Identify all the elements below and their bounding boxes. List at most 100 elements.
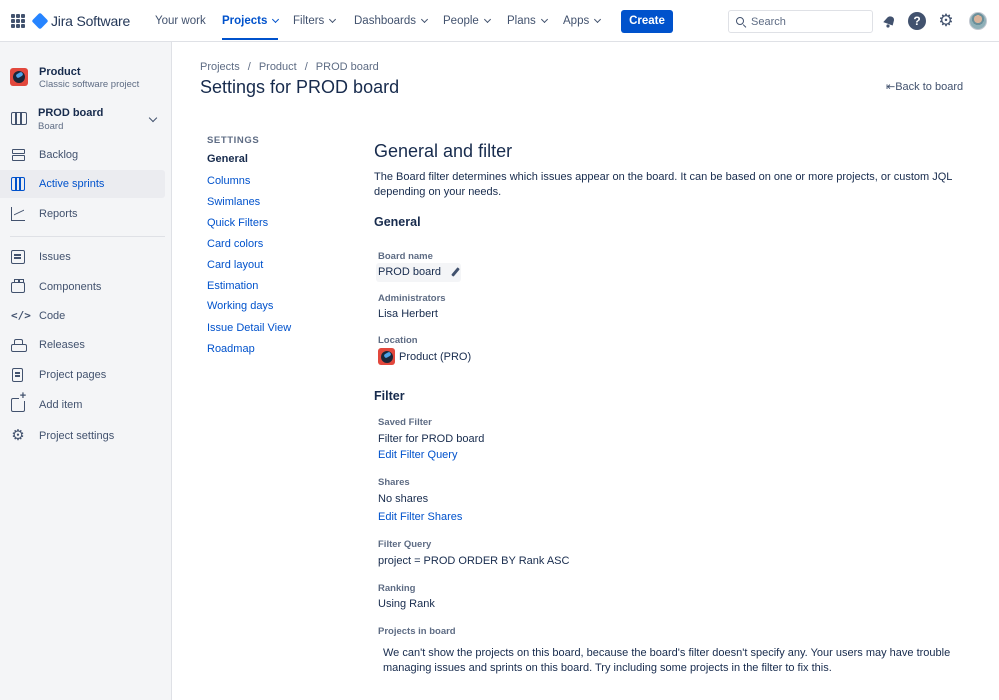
issues-icon <box>11 250 25 264</box>
sidebar-item-label: Project settings <box>39 430 115 442</box>
settings-nav-roadmap[interactable]: Roadmap <box>207 343 255 355</box>
backlog-icon <box>11 148 25 162</box>
ranking-value: Using Rank <box>378 598 435 610</box>
ranking-label: Ranking <box>378 583 416 594</box>
administrators-value: Lisa Herbert <box>378 308 438 320</box>
sidebar-item-label: Components <box>39 281 102 293</box>
breadcrumb-board[interactable]: PROD board <box>316 61 379 73</box>
chevron-down-icon <box>540 15 548 24</box>
settings-nav-columns[interactable]: Columns <box>207 175 250 187</box>
filter-heading: Filter <box>374 389 405 403</box>
sidebar-item-active-sprints[interactable]: Active sprints <box>0 170 165 198</box>
sidebar-item-label: Backlog <box>39 149 79 161</box>
page-title: Settings for PROD board <box>200 77 400 97</box>
project-name[interactable]: Product <box>39 66 81 78</box>
administrators-label: Administrators <box>378 293 446 304</box>
edit-filter-query-link[interactable]: Edit Filter Query <box>378 449 457 461</box>
sidebar-item-label: Reports <box>39 208 78 220</box>
search-box[interactable] <box>728 10 873 33</box>
search-input[interactable] <box>751 13 869 30</box>
gear-icon: ⚙ <box>11 427 25 444</box>
shares-label: Shares <box>378 477 410 488</box>
jira-logo[interactable]: Jira Software <box>31 12 131 30</box>
settings-nav-working-days[interactable]: Working days <box>207 300 273 312</box>
saved-filter-label: Saved Filter <box>378 417 432 428</box>
sidebar-item-label: Releases <box>39 339 85 351</box>
chevron-down-icon <box>329 15 337 24</box>
sidebar-item-components[interactable]: Components <box>0 273 165 301</box>
board-type: Board <box>38 121 64 132</box>
project-avatar[interactable] <box>10 68 28 86</box>
nav-your-work[interactable]: Your work <box>155 0 206 42</box>
sidebar-item-label: Add item <box>39 399 83 411</box>
chevron-down-icon[interactable] <box>148 113 158 123</box>
section-description: The Board filter determines which issues… <box>374 171 953 198</box>
filter-query-label: Filter Query <box>378 539 432 550</box>
chart-icon <box>11 207 25 221</box>
edit-filter-shares-link[interactable]: Edit Filter Shares <box>378 511 462 523</box>
board-name-value: PROD board <box>378 266 441 278</box>
top-navigation: Jira Software Your work Projects Filters… <box>0 0 999 42</box>
sidebar-item-project-pages[interactable]: Project pages <box>0 361 165 389</box>
chevron-down-icon <box>420 15 429 24</box>
board-icon <box>11 112 27 125</box>
sidebar-item-add-item[interactable]: Add item <box>0 391 165 419</box>
nav-projects[interactable]: Projects <box>222 0 280 42</box>
pencil-icon[interactable] <box>451 267 460 277</box>
board-icon <box>11 177 25 191</box>
chevron-down-icon <box>483 15 491 24</box>
settings-nav-heading: SETTINGS <box>207 135 260 146</box>
back-link-label: Back to board <box>895 81 964 93</box>
avatar[interactable] <box>969 12 987 30</box>
sidebar-item-backlog[interactable]: Backlog <box>0 141 165 169</box>
section-title: General and filter <box>374 141 513 161</box>
settings-nav-card-colors[interactable]: Card colors <box>207 238 263 250</box>
nav-dashboards[interactable]: Dashboards <box>354 0 429 42</box>
projects-in-board-note: We can't show the projects on this board… <box>383 647 951 674</box>
back-to-board-link[interactable]: ⇤Back to board <box>886 80 963 93</box>
saved-filter-value: Filter for PROD board <box>378 433 485 445</box>
board-name[interactable]: PROD board <box>38 107 103 119</box>
breadcrumb-separator: / <box>247 61 251 73</box>
create-button[interactable]: Create <box>621 10 673 33</box>
location-value[interactable]: Product (PRO) <box>399 351 471 363</box>
settings-icon[interactable]: ⚙ <box>937 12 955 30</box>
sidebar-item-releases[interactable]: Releases <box>0 331 165 359</box>
notification-icon[interactable] <box>880 12 898 30</box>
nav-plans[interactable]: Plans <box>507 0 548 42</box>
breadcrumb-projects[interactable]: Projects <box>200 61 240 73</box>
settings-nav-issue-detail-view[interactable]: Issue Detail View <box>207 322 291 334</box>
nav-apps[interactable]: Apps <box>563 0 602 42</box>
sidebar-item-project-settings[interactable]: ⚙ Project settings <box>0 422 165 450</box>
help-icon[interactable]: ? <box>908 12 926 30</box>
breadcrumb-product[interactable]: Product <box>259 61 297 73</box>
project-avatar <box>378 348 395 365</box>
sidebar-item-issues[interactable]: Issues <box>0 243 165 271</box>
settings-nav-general[interactable]: General <box>207 153 248 165</box>
shares-value: No shares <box>378 493 429 505</box>
app-switcher-icon[interactable] <box>11 14 25 28</box>
nav-people[interactable]: People <box>443 0 491 42</box>
settings-nav-quick-filters[interactable]: Quick Filters <box>207 217 268 229</box>
projects-in-board-label: Projects in board <box>378 626 456 637</box>
code-icon: </> <box>11 309 31 322</box>
general-heading: General <box>374 215 421 229</box>
project-sidebar: Product Classic software project PROD bo… <box>0 42 172 700</box>
sidebar-item-label: Code <box>39 310 66 322</box>
board-name-field[interactable]: PROD board <box>376 263 461 282</box>
settings-nav-card-layout[interactable]: Card layout <box>207 259 263 271</box>
sidebar-item-label: Project pages <box>39 369 107 381</box>
page-icon <box>12 368 23 382</box>
app-name: Jira Software <box>51 13 131 29</box>
nav-filters[interactable]: Filters <box>293 0 337 42</box>
sidebar-item-label: Issues <box>39 251 71 263</box>
sidebar-item-reports[interactable]: Reports <box>0 200 165 228</box>
back-arrow-icon: ⇤ <box>886 81 896 93</box>
settings-nav-estimation[interactable]: Estimation <box>207 280 258 292</box>
component-icon <box>11 279 25 293</box>
location-label: Location <box>378 335 418 346</box>
sidebar-item-code[interactable]: </> Code <box>0 302 165 330</box>
settings-nav-swimlanes[interactable]: Swimlanes <box>207 196 260 208</box>
board-name-label: Board name <box>378 251 433 262</box>
sidebar-item-label: Active sprints <box>39 178 105 190</box>
